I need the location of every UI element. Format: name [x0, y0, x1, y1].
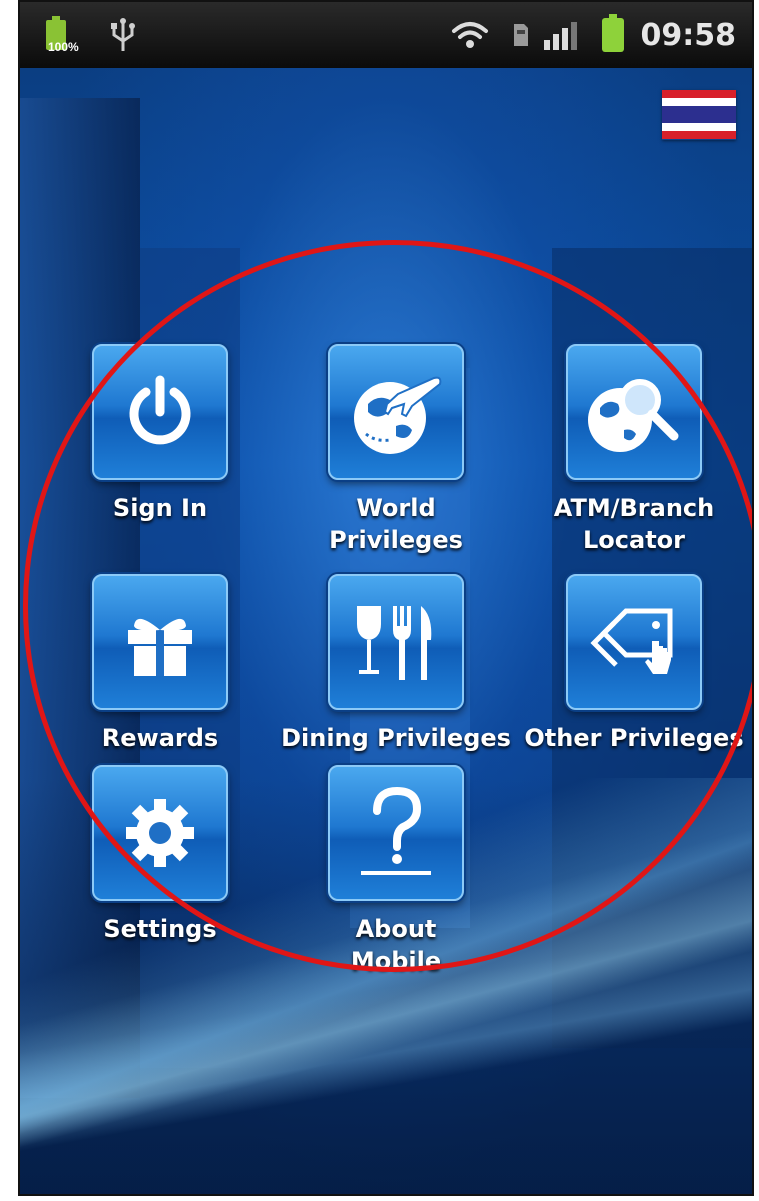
gear-icon[interactable] — [92, 765, 228, 901]
battery-percent: 100% — [48, 40, 79, 54]
sign-in-button[interactable]: Sign In — [92, 344, 228, 524]
rewards-label: Rewards — [101, 724, 219, 752]
usb-icon — [110, 2, 136, 68]
other-privileges-label: Other Privileges — [524, 724, 744, 752]
world-privileges-label: World Privileges — [329, 494, 463, 554]
wifi-icon — [450, 2, 490, 68]
world-privileges-button[interactable]: World Privileges — [328, 344, 464, 556]
rewards-button[interactable]: Rewards — [92, 574, 228, 754]
atm-branch-locator-label: ATM/Branch Locator — [553, 494, 715, 554]
tags-icon[interactable] — [566, 574, 702, 710]
sign-in-label: Sign In — [112, 494, 208, 522]
dining-privileges-button[interactable]: Dining Privileges — [281, 574, 511, 754]
globe-plane-icon[interactable] — [328, 344, 464, 480]
about-mobile-button[interactable]: About Mobile — [328, 765, 464, 977]
signal-icon — [544, 2, 582, 68]
power-icon[interactable] — [92, 344, 228, 480]
question-icon[interactable] — [328, 765, 464, 901]
battery-status-icon: 100% — [46, 2, 79, 68]
other-privileges-button[interactable]: Other Privileges — [524, 574, 744, 754]
dining-privileges-label: Dining Privileges — [281, 724, 511, 752]
dining-icon[interactable] — [328, 574, 464, 710]
gift-icon[interactable] — [92, 574, 228, 710]
atm-branch-locator-button[interactable]: ATM/Branch Locator — [554, 344, 714, 556]
settings-button[interactable]: Settings — [92, 765, 228, 945]
globe-search-icon[interactable] — [566, 344, 702, 480]
phone-screen: 100% 09:58 Sign In World Privileges ATM/… — [18, 0, 754, 1196]
about-mobile-label: About Mobile — [350, 915, 442, 975]
clock: 09:58 — [640, 17, 737, 53]
thai-flag-icon[interactable] — [662, 90, 736, 140]
status-bar: 100% 09:58 — [20, 2, 752, 68]
sd-card-icon — [512, 2, 530, 68]
battery-icon — [602, 2, 624, 68]
settings-label: Settings — [103, 915, 217, 943]
